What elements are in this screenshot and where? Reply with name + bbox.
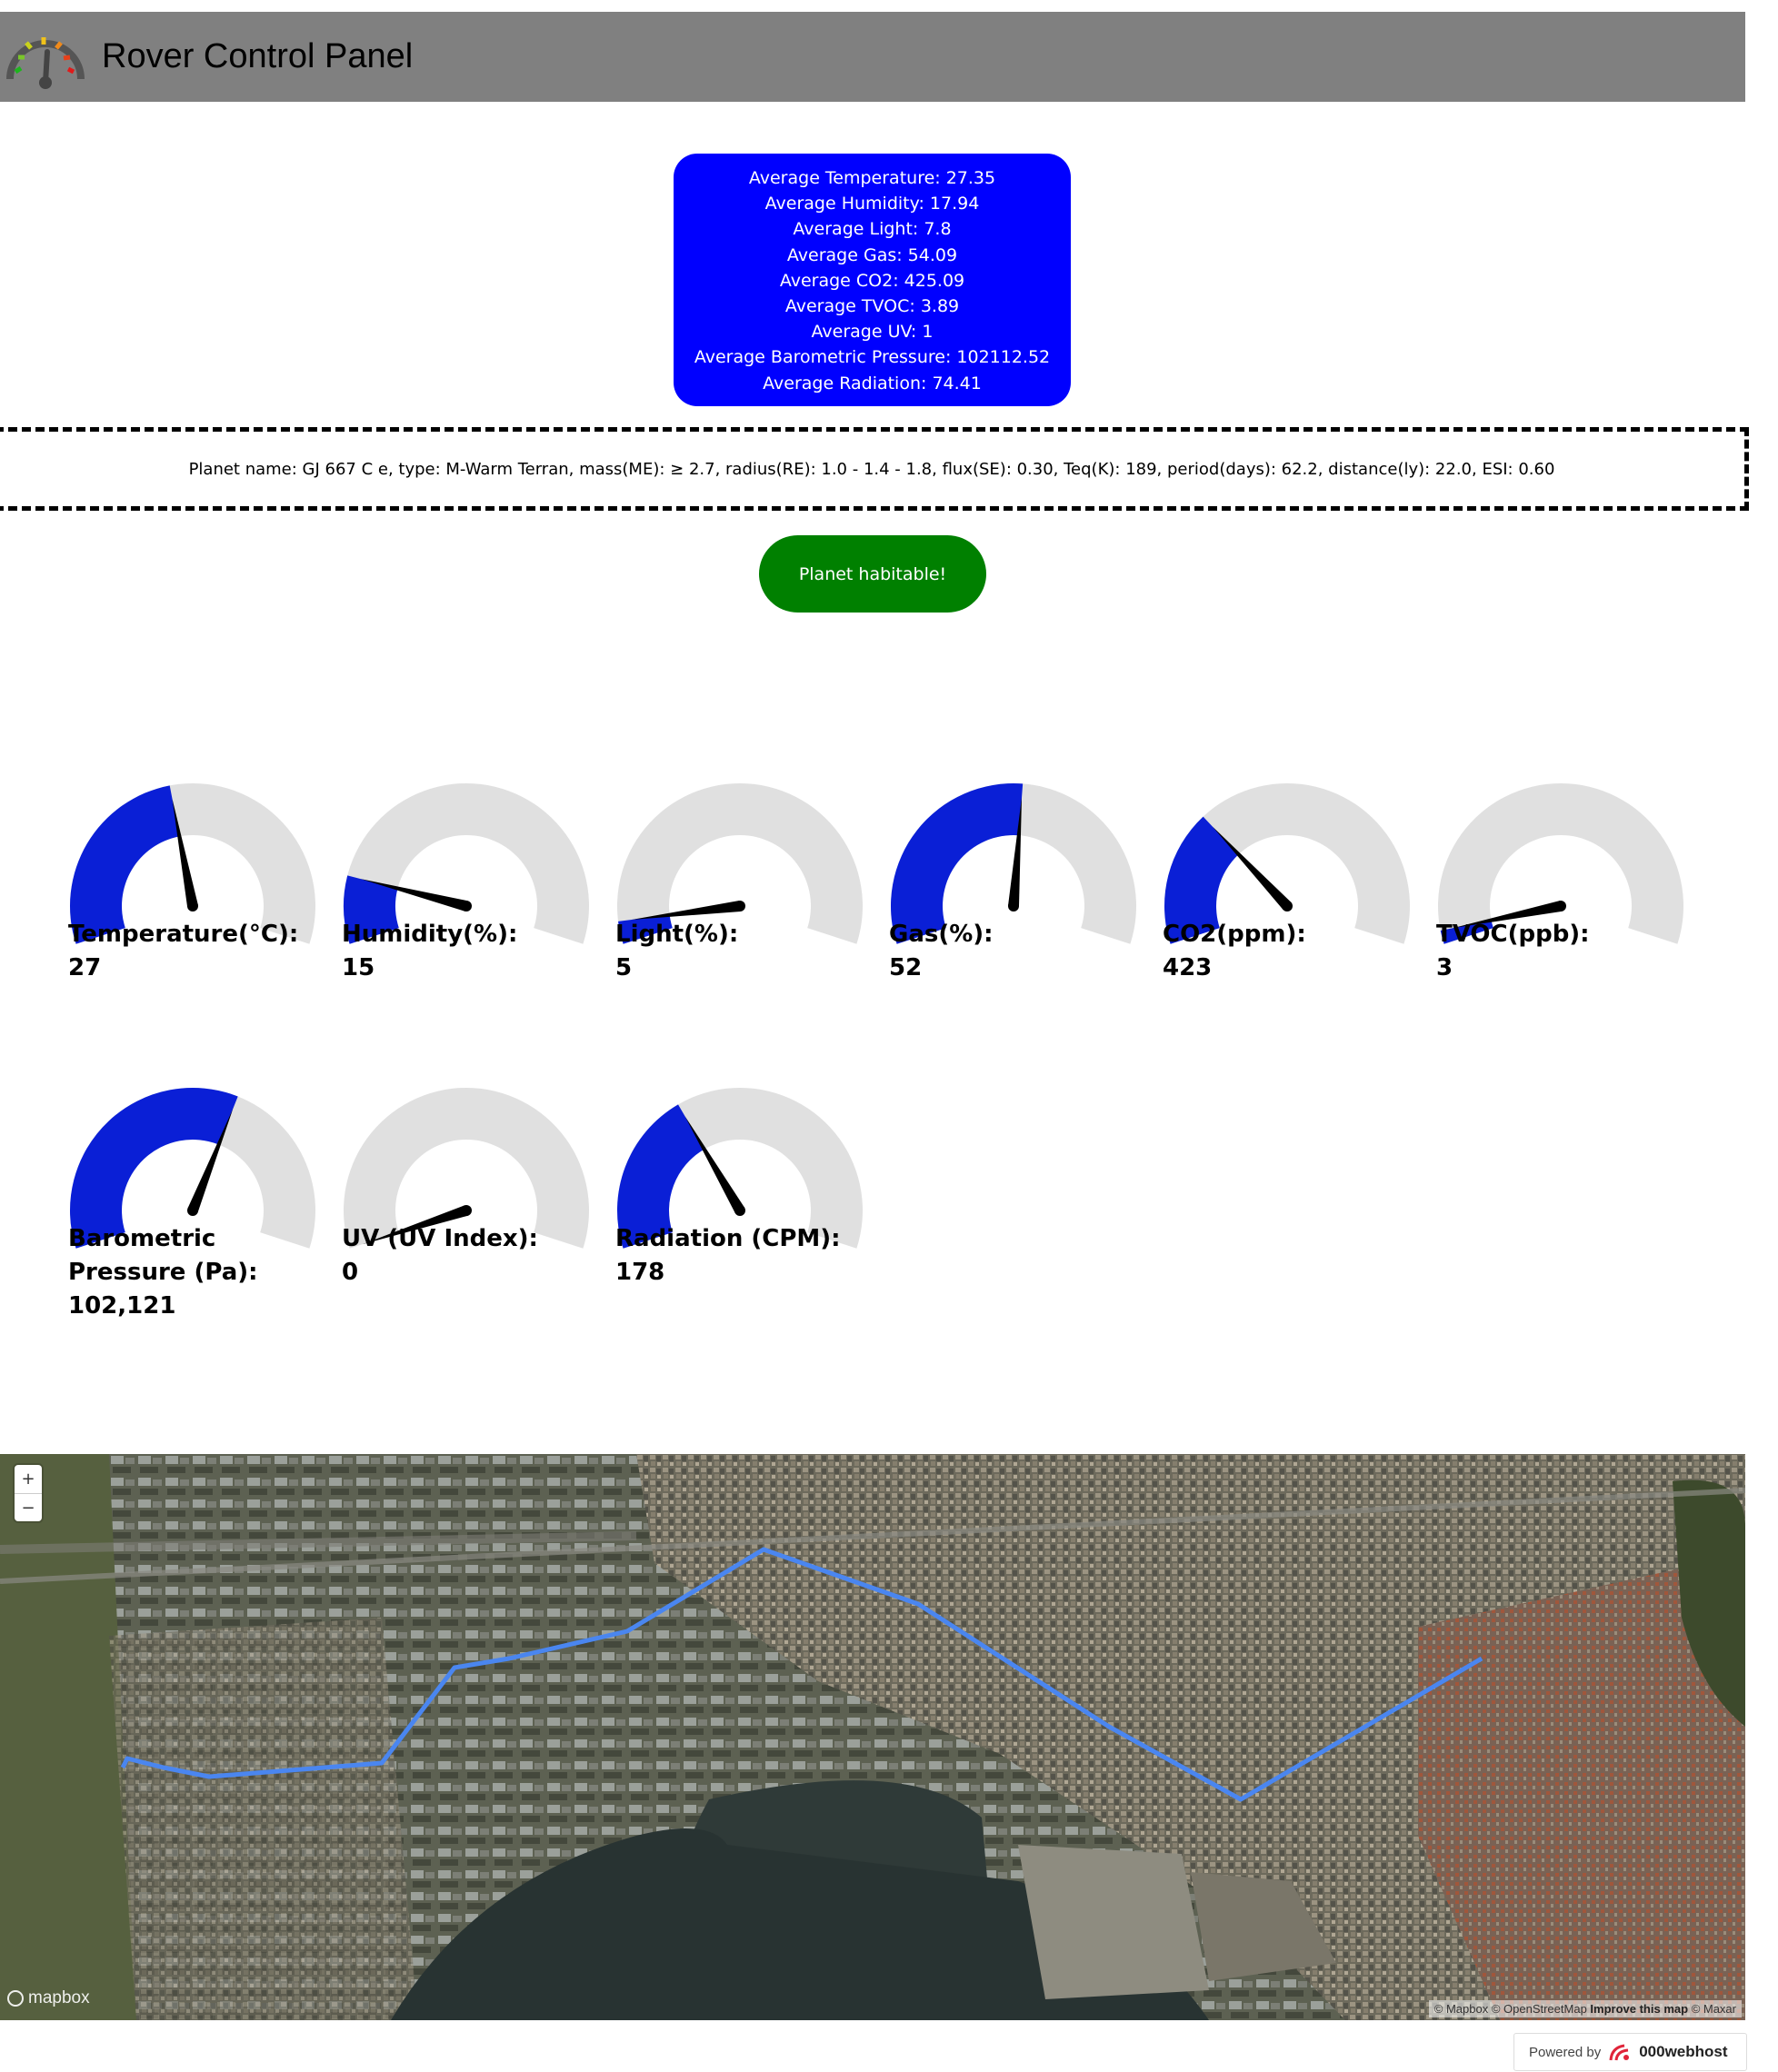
gauge-needle-cap [734,901,745,911]
gauge-dial [344,1088,589,1249]
gauge-dial [891,783,1136,944]
webhost-brand: 000webhost [1639,2043,1728,2060]
mapbox-logo[interactable]: mapbox [7,1988,90,2008]
gauge-needle-cap [1555,901,1566,911]
gauge-label: Humidity(%): 15 [342,921,518,981]
gauge-dial [1164,783,1410,944]
gauge-needle-cap [187,901,198,911]
header-bar: Rover Control Panel [0,12,1745,102]
rover-route-line [120,1547,1483,1802]
planet-info-text: Planet name: GJ 667 C e, type: M-Warm Te… [188,459,1555,479]
gauge-dial [617,1088,863,1249]
gauge-label: TVOC(ppb): 3 [1436,921,1590,981]
avg-tvoc: Average TVOC: 3.89 [784,296,960,317]
zoom-out-button[interactable]: − [15,1494,42,1522]
attribution-mapbox-link[interactable]: © Mapbox [1434,2002,1488,2016]
gauge-needle-cap [187,1205,198,1216]
route-map[interactable]: + − mapbox © Mapbox © OpenStreetMap Impr… [0,1454,1745,2020]
gauge-dial [1438,783,1683,944]
gauge-label: Gas(%): 52 [889,921,994,981]
gauge-needle-cap [1282,901,1293,911]
planet-info-box: Planet name: GJ 667 C e, type: M-Warm Te… [0,427,1749,511]
averages-panel: Average Temperature: 27.35 Average Humid… [674,154,1071,406]
gauge-label: Temperature(°C): 27 [68,921,299,981]
gauge-label: Radiation (CPM): 178 [615,1225,841,1286]
avg-uv: Average UV: 1 [811,322,934,343]
gauge-label: CO2(ppm): 423 [1163,921,1306,981]
avg-co2: Average CO2: 425.09 [779,270,965,291]
gauge-label: Light(%): 5 [615,921,739,981]
powered-by-badge[interactable]: Powered by 000webhost [1513,2033,1747,2071]
avg-radiation: Average Radiation: 74.41 [763,373,982,393]
gauge-dial [344,783,589,944]
gauge-needle-cap [461,901,472,911]
webhost-logo-icon [1609,2044,1630,2061]
avg-gas: Average Gas: 54.09 [786,244,958,265]
gauge-dial [69,783,315,944]
avg-light: Average Light: 7.8 [793,219,952,240]
gauge-needle-cap [1008,901,1019,911]
gauge-dial [617,783,863,944]
zoom-in-button[interactable]: + [15,1465,42,1494]
avg-humidity: Average Humidity: 17.94 [764,194,980,214]
mapbox-icon [7,1990,24,2007]
avg-temperature: Average Temperature: 27.35 [748,168,996,188]
gauge-dial [70,1088,315,1249]
gauge-label: Barometric Pressure (Pa): 102,121 [68,1225,258,1320]
attribution-maxar-link[interactable]: © Maxar [1692,2002,1736,2016]
gauge-logo-icon [6,37,85,89]
page-title: Rover Control Panel [102,37,414,75]
gauge-needle-cap [461,1205,472,1216]
attribution-osm-link[interactable]: © OpenStreetMap [1492,2002,1587,2016]
gauge-needle-cap [734,1205,745,1216]
avg-pressure: Average Barometric Pressure: 102112.52 [694,347,1051,368]
habitable-status-button[interactable]: Planet habitable! [759,535,986,613]
improve-map-link[interactable]: Improve this map [1590,2002,1688,2016]
map-zoom-controls: + − [15,1465,42,1521]
powered-by-label: Powered by [1529,2044,1602,2060]
gauge-label: UV (UV Index): 0 [342,1225,538,1286]
map-attribution: © Mapbox © OpenStreetMap Improve this ma… [1428,2000,1742,2017]
